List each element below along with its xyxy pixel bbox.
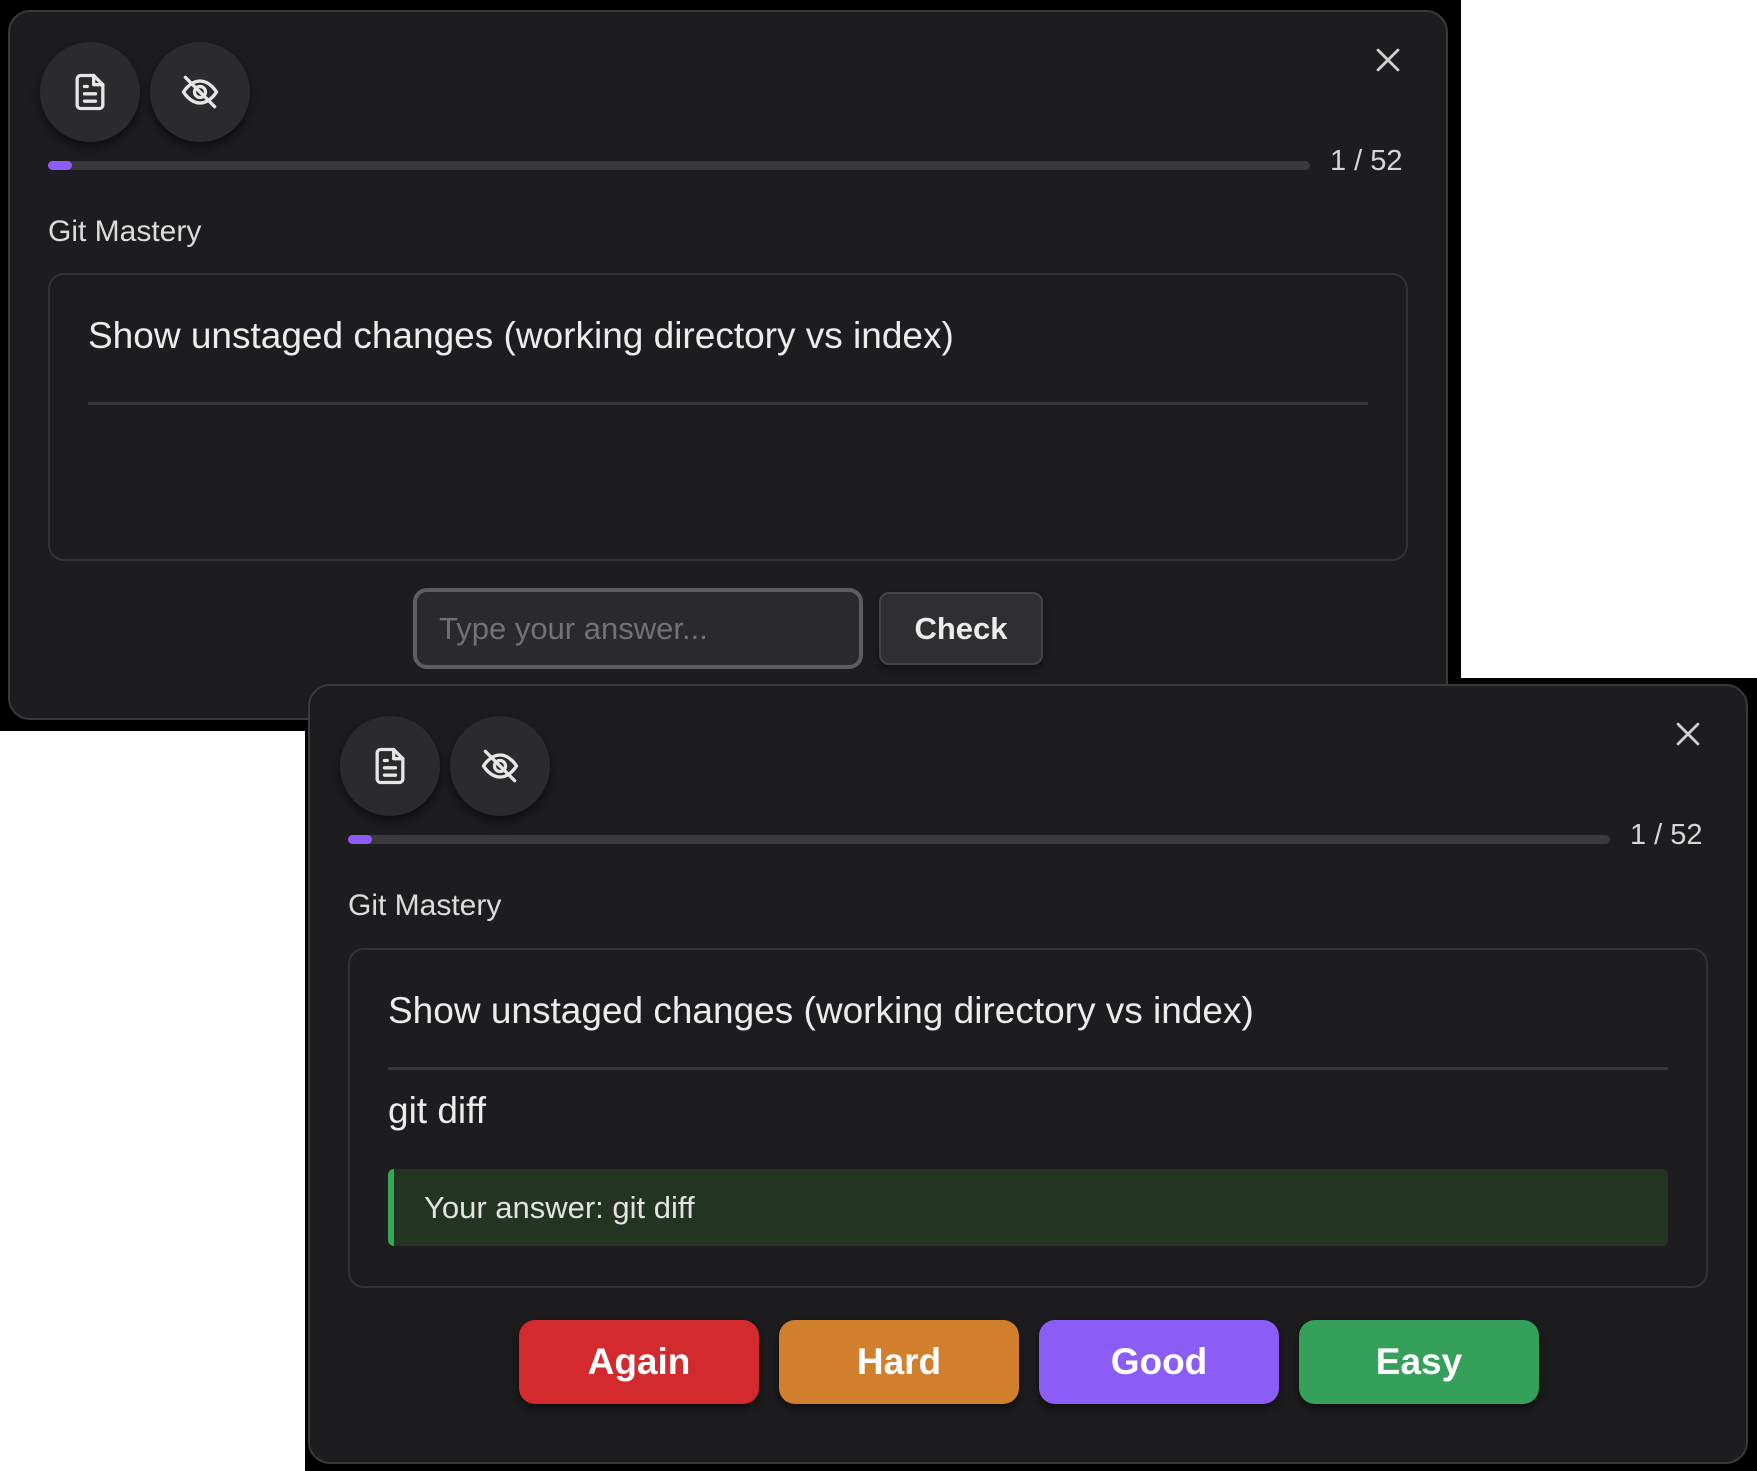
flashcard-window-question: 1 / 52 Git Mastery Show unstaged changes…: [8, 10, 1448, 720]
close-icon: [1676, 722, 1700, 746]
question-text: Show unstaged changes (working directory…: [88, 315, 954, 356]
progress-counter: 1 / 52: [1330, 145, 1403, 177]
rate-again-button[interactable]: Again: [519, 1320, 759, 1404]
answer-input[interactable]: [413, 588, 863, 669]
card-content: Show unstaged changes (working directory…: [348, 948, 1708, 1288]
close-button[interactable]: [1668, 714, 1708, 754]
progress-bar: [48, 161, 1310, 170]
rate-easy-button[interactable]: Easy: [1299, 1320, 1539, 1404]
deck-name: Git Mastery: [348, 889, 502, 922]
question-divider: [388, 1067, 1668, 1070]
hide-answer-button[interactable]: [450, 716, 550, 816]
card-content: Show unstaged changes (working directory…: [48, 273, 1408, 561]
answer-feedback: Your answer: git diff: [388, 1169, 1668, 1246]
progress-fill: [48, 161, 72, 170]
feedback-text: Your answer: git diff: [424, 1189, 695, 1225]
answer-text: git diff: [388, 1090, 487, 1131]
document-icon: [75, 73, 105, 111]
check-button[interactable]: Check: [879, 592, 1043, 665]
eye-off-icon: [181, 75, 219, 109]
deck-name: Git Mastery: [48, 215, 202, 248]
eye-off-icon: [481, 749, 519, 783]
question-text: Show unstaged changes (working directory…: [388, 990, 1254, 1031]
question-divider: [88, 402, 1368, 405]
rate-hard-button[interactable]: Hard: [779, 1320, 1019, 1404]
progress-fill: [348, 835, 372, 844]
flashcard-window-answer: 1 / 52 Git Mastery Show unstaged changes…: [308, 684, 1748, 1464]
progress-bar: [348, 835, 1610, 844]
close-icon: [1376, 48, 1400, 72]
notes-button[interactable]: [340, 716, 440, 816]
document-icon: [375, 747, 405, 785]
hide-answer-button[interactable]: [150, 42, 250, 142]
close-button[interactable]: [1368, 40, 1408, 80]
rate-good-button[interactable]: Good: [1039, 1320, 1279, 1404]
notes-button[interactable]: [40, 42, 140, 142]
progress-counter: 1 / 52: [1630, 819, 1703, 851]
